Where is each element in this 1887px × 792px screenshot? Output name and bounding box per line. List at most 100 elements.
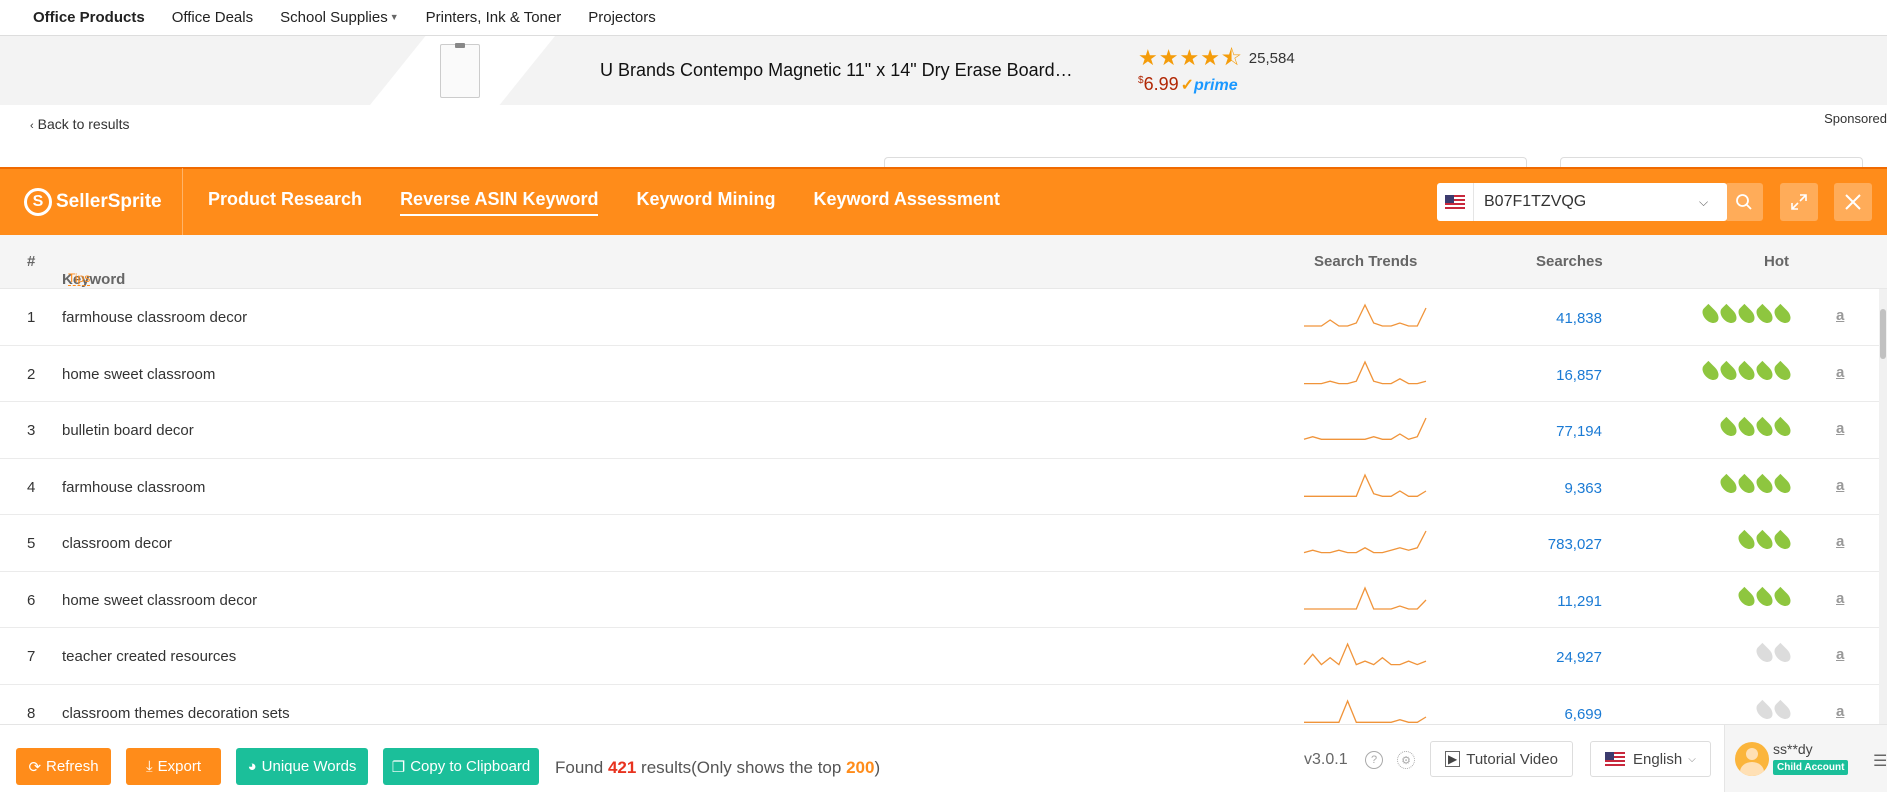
keyword-text[interactable]: classroom themes decoration sets — [62, 705, 290, 722]
sponsored-product-bar[interactable]: U Brands Contempo Magnetic 11" x 14" Dry… — [0, 36, 1887, 105]
col-searches[interactable]: Searches — [1536, 253, 1603, 270]
search-trend-sparkline[interactable] — [1302, 472, 1428, 501]
amazon-search-icon[interactable]: a — [1836, 590, 1844, 607]
nav-school-supplies[interactable]: School Supplies ▼ — [280, 9, 399, 26]
search-trend-sparkline[interactable] — [1302, 585, 1428, 614]
amazon-search-icon[interactable]: a — [1836, 533, 1844, 550]
asin-input[interactable] — [1484, 193, 1699, 211]
scrollbar-thumb[interactable] — [1880, 309, 1886, 359]
table-row[interactable]: 4 farmhouse classroom 9,363 a — [0, 459, 1879, 515]
sellersprite-logo-icon: S — [24, 188, 52, 216]
export-button[interactable]: ⤓ Export — [126, 748, 221, 785]
keyword-text[interactable]: bulletin board decor — [62, 422, 194, 439]
pie-chart-icon: ◕ — [247, 758, 257, 775]
us-flag-icon — [1445, 195, 1465, 209]
search-trend-sparkline[interactable] — [1302, 698, 1428, 725]
hot-rating — [1698, 586, 1794, 611]
table-row[interactable]: 5 classroom decor 783,027 a — [0, 515, 1879, 572]
search-trend-sparkline[interactable] — [1302, 529, 1428, 557]
search-volume[interactable]: 24,927 — [1556, 649, 1602, 666]
amazon-search-icon[interactable]: a — [1836, 364, 1844, 381]
close-button[interactable] — [1834, 183, 1872, 221]
search-volume[interactable]: 41,838 — [1556, 310, 1602, 327]
tutorial-video-button[interactable]: ▶ Tutorial Video — [1430, 741, 1573, 777]
gear-icon[interactable]: ⚙ — [1397, 751, 1415, 769]
account-badge: Child Account — [1773, 760, 1849, 775]
expand-button[interactable] — [1780, 183, 1818, 221]
marketplace-selector[interactable] — [1437, 183, 1474, 221]
sponsored-product-title[interactable]: U Brands Contempo Magnetic 11" x 14" Dry… — [600, 60, 1073, 81]
keyword-text[interactable]: teacher created resources — [62, 648, 236, 665]
keyword-text[interactable]: home sweet classroom — [62, 366, 215, 383]
table-row[interactable]: 6 home sweet classroom decor 11,291 a — [0, 572, 1879, 628]
search-trend-sparkline[interactable] — [1302, 303, 1428, 331]
search-volume[interactable]: 783,027 — [1548, 536, 1602, 553]
keyword-text[interactable]: farmhouse classroom — [62, 479, 205, 496]
search-volume[interactable]: 6,699 — [1564, 706, 1602, 723]
star-rating[interactable]: ★ ★ ★ ★ ⯪ 25,584 — [1138, 47, 1295, 69]
tips-link[interactable]: Tips — [68, 271, 91, 286]
leaf-icon — [1735, 586, 1758, 609]
amazon-search-icon[interactable]: a — [1836, 703, 1844, 720]
search-volume[interactable]: 11,291 — [1557, 593, 1602, 610]
unique-words-button[interactable]: ◕ Unique Words — [236, 748, 368, 785]
table-row[interactable]: 7 teacher created resources 24,927 a — [0, 628, 1879, 685]
search-trend-sparkline[interactable] — [1302, 642, 1428, 670]
search-button[interactable] — [1725, 183, 1763, 221]
nav-office-deals[interactable]: Office Deals — [172, 9, 253, 26]
price-value: 6.99 — [1143, 74, 1179, 94]
copy-to-clipboard-button[interactable]: ❐ Copy to Clipboard — [383, 748, 539, 785]
keyword-text[interactable]: farmhouse classroom decor — [62, 309, 247, 326]
copy-label: Copy to Clipboard — [410, 758, 531, 775]
chevron-down-icon[interactable]: ⌵ — [1699, 195, 1708, 210]
found-count: 421 — [607, 758, 637, 777]
search-volume[interactable]: 9,363 — [1564, 480, 1602, 497]
tab-keyword-mining[interactable]: Keyword Mining — [636, 189, 775, 216]
tab-product-research[interactable]: Product Research — [208, 189, 362, 216]
table-row[interactable]: 8 classroom themes decoration sets 6,699 a — [0, 685, 1879, 725]
search-volume[interactable]: 77,194 — [1556, 423, 1602, 440]
search-trend-sparkline[interactable] — [1302, 416, 1428, 444]
refresh-button[interactable]: ⟳ Refresh — [16, 748, 111, 785]
leaf-icon — [1753, 303, 1776, 327]
help-icon[interactable]: ? — [1365, 751, 1383, 769]
back-to-results-link[interactable]: ‹ Back to results — [30, 116, 130, 132]
menu-icon[interactable]: ☰ — [1873, 751, 1887, 771]
avatar[interactable] — [1735, 742, 1769, 776]
export-label: Export — [157, 758, 201, 775]
language-label: English — [1633, 750, 1683, 768]
amazon-search-icon[interactable]: a — [1836, 420, 1844, 437]
keyword-text[interactable]: home sweet classroom decor — [62, 592, 257, 609]
language-select[interactable]: English ⌵ — [1590, 741, 1711, 777]
table-row[interactable]: 3 bulletin board decor 77,194 a — [0, 402, 1879, 459]
col-hot[interactable]: Hot — [1764, 253, 1789, 270]
trend-line — [1303, 417, 1427, 441]
amazon-search-icon[interactable]: a — [1836, 307, 1844, 324]
user-panel[interactable]: ss**dy Child Account ☰ — [1724, 725, 1887, 792]
table-row[interactable]: 1 farmhouse classroom decor 41,838 a — [0, 289, 1879, 346]
search-trend-sparkline[interactable] — [1302, 359, 1428, 388]
sponsored-label: Sponsored — [1824, 111, 1887, 126]
page-panel-edge — [1560, 157, 1863, 167]
nav-office-products[interactable]: Office Products — [33, 9, 145, 26]
nav-projectors[interactable]: Projectors — [588, 9, 656, 26]
tab-keyword-assessment[interactable]: Keyword Assessment — [813, 189, 999, 216]
leaf-icon — [1717, 473, 1740, 496]
table-scrollbar[interactable] — [1879, 289, 1887, 724]
hot-rating — [1698, 473, 1794, 498]
play-icon: ▶ — [1445, 751, 1461, 767]
leaf-icon — [1753, 642, 1776, 666]
tab-reverse-asin-keyword[interactable]: Reverse ASIN Keyword — [400, 189, 599, 216]
amazon-search-icon[interactable]: a — [1836, 646, 1844, 663]
leaf-icon — [1771, 642, 1794, 666]
search-volume[interactable]: 16,857 — [1556, 367, 1602, 384]
found-suffix: ) — [874, 758, 881, 777]
product-image[interactable] — [440, 43, 480, 98]
nav-printers[interactable]: Printers, Ink & Toner — [426, 9, 562, 26]
amazon-search-icon[interactable]: a — [1836, 477, 1844, 494]
leaf-icon — [1753, 529, 1776, 553]
row-number: 7 — [27, 648, 36, 665]
table-row[interactable]: 2 home sweet classroom 16,857 a — [0, 346, 1879, 402]
keyword-text[interactable]: classroom decor — [62, 535, 172, 552]
trend-line — [1304, 585, 1427, 610]
